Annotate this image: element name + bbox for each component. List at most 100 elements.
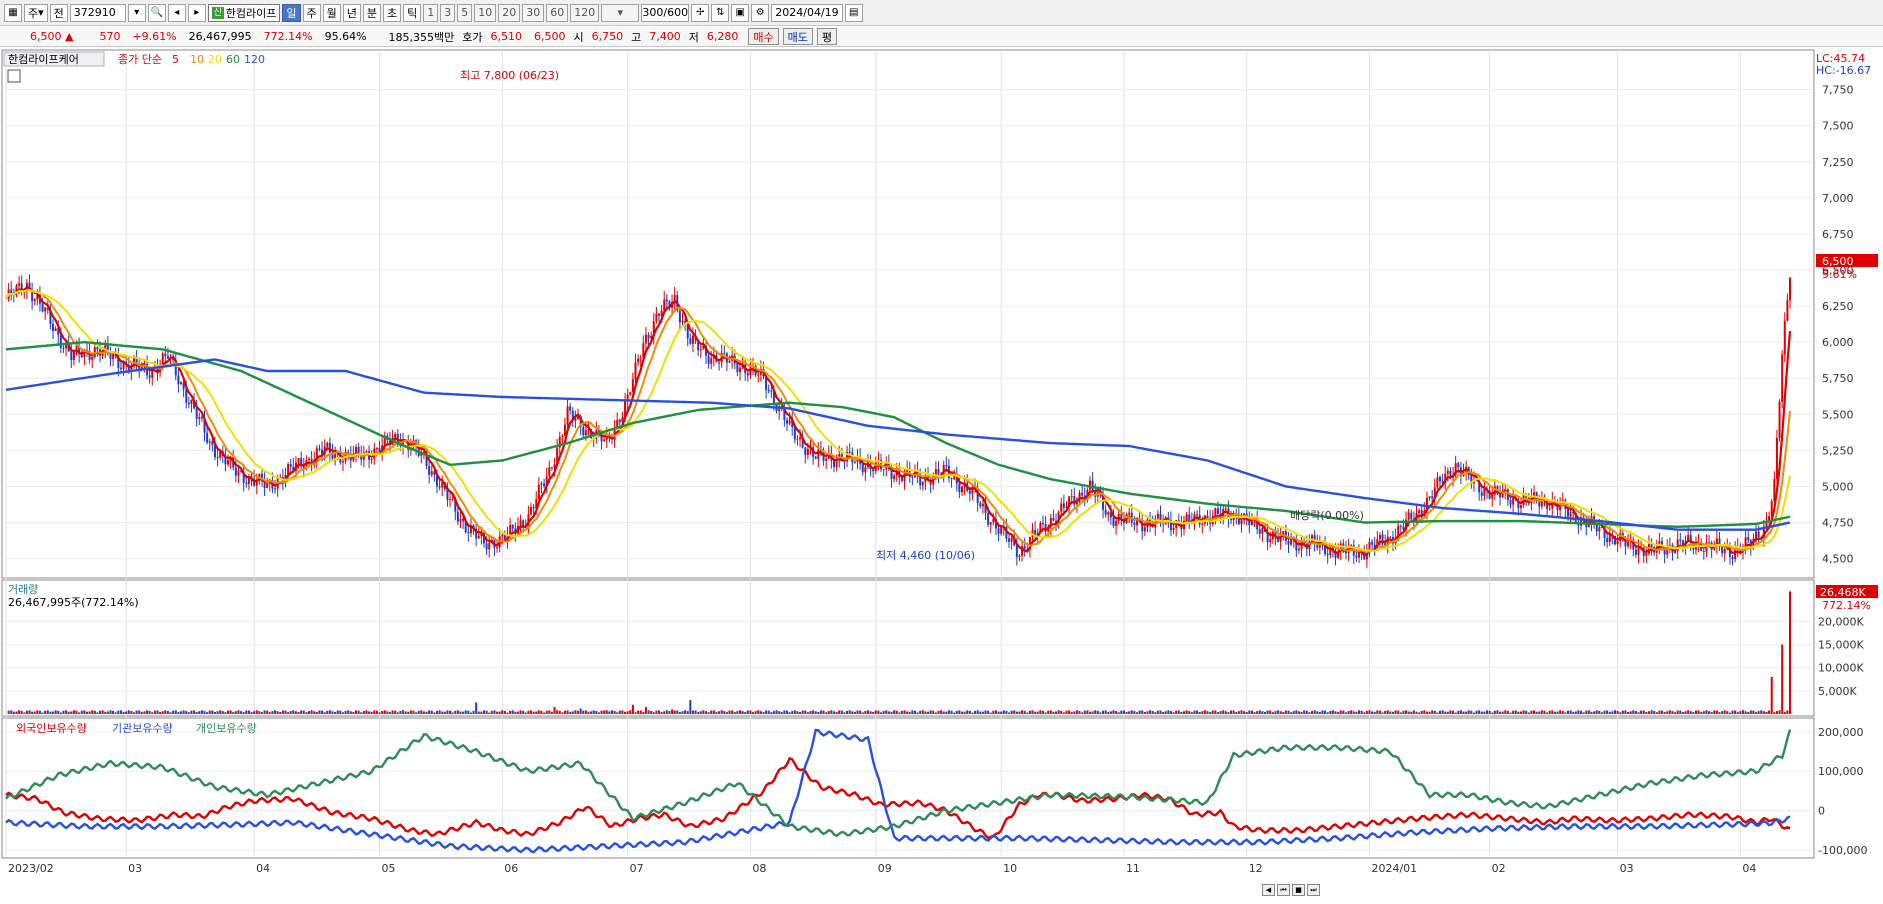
- volume-bar: [665, 710, 668, 714]
- volume-bar: [1209, 712, 1212, 714]
- candle-body: [1172, 528, 1175, 531]
- candle-body: [958, 483, 961, 493]
- stop-icon[interactable]: ■: [1292, 884, 1305, 896]
- minute-60[interactable]: 60: [546, 3, 569, 22]
- volume-bar: [490, 710, 493, 714]
- volume-bar: [592, 710, 595, 714]
- code-input[interactable]: 372910: [69, 3, 126, 22]
- volume-bar: [765, 710, 768, 714]
- volume-bar: [1606, 710, 1609, 714]
- compare-icon[interactable]: ⇅: [711, 3, 730, 22]
- volume-bar: [247, 710, 250, 714]
- period-year[interactable]: 년: [342, 3, 361, 22]
- nav-icon[interactable]: ▸: [187, 3, 206, 22]
- period-week[interactable]: 주: [302, 3, 321, 22]
- volume-bar: [1107, 711, 1110, 714]
- indicator-icon[interactable]: ✢: [691, 3, 710, 22]
- candle-body: [968, 490, 971, 494]
- volume-bar: [796, 711, 799, 714]
- period-second[interactable]: 초: [383, 3, 402, 22]
- volume-bar: [59, 712, 62, 714]
- minute-1[interactable]: 1: [423, 3, 439, 22]
- volume-bar: [707, 712, 710, 714]
- scroll-last-icon[interactable]: ⏭: [1307, 884, 1320, 896]
- candle-body: [1201, 523, 1204, 525]
- scroll-first-icon[interactable]: ⏮: [1277, 884, 1290, 896]
- candle-body: [161, 353, 164, 365]
- volume-bar: [838, 710, 841, 714]
- candle-body: [1457, 463, 1460, 468]
- minute-5[interactable]: 5: [457, 3, 473, 22]
- period-tick[interactable]: 틱: [403, 3, 422, 22]
- kind-select[interactable]: 전: [49, 3, 68, 22]
- search-icon[interactable]: 🔍: [147, 3, 166, 22]
- volume-bar: [334, 711, 337, 714]
- minute-20[interactable]: 20: [498, 3, 521, 22]
- volume-bar: [835, 711, 838, 714]
- volume-bar: [72, 710, 75, 714]
- volume-bar: [1595, 710, 1598, 714]
- volume-bar: [887, 711, 890, 714]
- minute-10[interactable]: 10: [474, 3, 497, 22]
- candle-body: [438, 486, 441, 488]
- volume-bar: [388, 711, 391, 714]
- volume-bar: [1504, 710, 1507, 714]
- volume-bar: [530, 710, 533, 714]
- volume-bar: [827, 711, 830, 714]
- stock-name: 한컴라이프: [225, 6, 277, 20]
- period-minute[interactable]: 분: [362, 3, 382, 22]
- volume-bar: [720, 710, 723, 714]
- candle-body: [1645, 553, 1648, 557]
- volume-bar: [164, 710, 167, 714]
- volume-bar: [1642, 710, 1645, 714]
- volume-bar: [83, 710, 86, 714]
- minute-120[interactable]: 120: [570, 3, 600, 22]
- volume-bar: [169, 712, 172, 714]
- candle-body: [1240, 520, 1243, 525]
- period-day[interactable]: 일: [282, 3, 301, 22]
- candle-body: [900, 477, 903, 482]
- volume-bar: [1258, 710, 1261, 714]
- minute-30[interactable]: 30: [522, 3, 545, 22]
- interval-input[interactable]: ▾: [601, 3, 640, 22]
- scroll-left-icon[interactable]: ◀: [1262, 884, 1275, 896]
- minute-3[interactable]: 3: [440, 3, 456, 22]
- holding-legend-2: 개인보유수량: [196, 722, 257, 735]
- candle-body: [644, 334, 647, 344]
- candle-body: [274, 488, 277, 490]
- stock-name-box[interactable]: 신 한컴라이프: [207, 3, 281, 22]
- menu-icon[interactable]: ▦: [4, 3, 22, 22]
- calendar-icon[interactable]: ▤: [844, 3, 863, 22]
- period-month[interactable]: 월: [322, 3, 341, 22]
- buy-button[interactable]: 매수: [748, 28, 779, 45]
- volume-bar: [1008, 712, 1011, 714]
- volume-bar: [1525, 710, 1528, 714]
- volume-bar: [1501, 711, 1504, 714]
- volume-bar: [681, 711, 684, 714]
- count-input[interactable]: 300/600: [641, 3, 690, 22]
- average-button[interactable]: 평: [816, 28, 838, 45]
- volume-bar: [1172, 712, 1175, 714]
- hoga-label: 호가: [462, 30, 483, 44]
- volume-bar: [130, 710, 133, 714]
- volume-bar: [1104, 710, 1107, 714]
- stock-chart[interactable]: 7,750 7,500 7,250 7,000 6,750 6,500 6,250 6,000…: [0, 48, 1883, 904]
- code-dropdown-icon[interactable]: ▾: [127, 3, 146, 22]
- volume-bar: [652, 712, 655, 714]
- speaker-icon[interactable]: ◂: [167, 3, 186, 22]
- volume-bar: [715, 712, 718, 714]
- volume-bar: [1739, 711, 1742, 714]
- save-icon[interactable]: ▣: [731, 3, 750, 22]
- date-input[interactable]: 2024/04/19: [771, 3, 843, 22]
- volume-bar: [1661, 710, 1664, 714]
- market-select[interactable]: 주 ▾: [24, 3, 48, 22]
- settings-icon[interactable]: ⚙: [751, 3, 770, 22]
- sell-button[interactable]: 매도: [782, 28, 813, 45]
- x-axis-label: 2023/02: [8, 862, 54, 875]
- volume-bar: [148, 711, 151, 714]
- candle-body: [689, 338, 692, 344]
- volume-bar: [493, 710, 496, 714]
- candle-body: [699, 349, 702, 351]
- volume-bar: [443, 711, 446, 714]
- volume-bar: [1768, 710, 1771, 714]
